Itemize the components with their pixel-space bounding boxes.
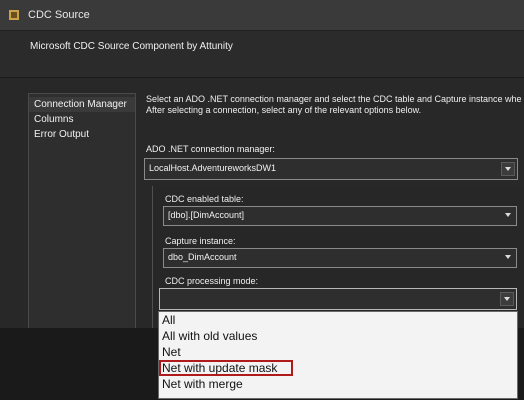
capture-instance-dropdown[interactable]: dbo_DimAccount (163, 248, 517, 268)
processing-mode-dropdown-button[interactable] (500, 292, 514, 306)
app-icon (9, 10, 19, 20)
option-net-with-update-mask[interactable]: Net with update mask (159, 360, 293, 376)
dialog-body: Connection Manager Columns Error Output … (0, 78, 524, 333)
window-title: CDC Source (28, 9, 90, 21)
chevron-down-icon (505, 213, 511, 217)
connection-manager-value: LocalHost.AdventureworksDW1 (149, 163, 277, 173)
option-all-with-old-values[interactable]: All with old values (159, 328, 517, 344)
chevron-down-icon (504, 297, 510, 301)
cdc-table-value: [dbo].[DimAccount] (168, 210, 245, 220)
chevron-down-icon (505, 255, 511, 259)
option-all[interactable]: All (159, 312, 517, 328)
capture-instance-value: dbo_DimAccount (168, 252, 237, 262)
instructions: Select an ADO .NET connection manager an… (146, 94, 524, 116)
cdc-table-dropdown-button[interactable] (502, 209, 514, 221)
option-net-with-merge[interactable]: Net with merge (159, 376, 517, 392)
title-bar: CDC Source (0, 0, 524, 31)
option-net[interactable]: Net (159, 344, 517, 360)
chevron-down-icon (505, 167, 511, 171)
nav-list: Connection Manager Columns Error Output (28, 93, 136, 333)
cdc-source-dialog: CDC Source Microsoft CDC Source Componen… (0, 0, 524, 400)
connection-manager-label: ADO .NET connection manager: (146, 144, 275, 154)
connection-manager-dropdown[interactable]: LocalHost.AdventureworksDW1 (144, 158, 518, 180)
component-header: Microsoft CDC Source Component by Attuni… (0, 31, 524, 78)
processing-mode-options: All All with old values Net Net with upd… (158, 311, 518, 399)
nav-item-error-output[interactable]: Error Output (29, 127, 135, 142)
cdc-options-group: CDC enabled table: [dbo].[DimAccount] Ca… (152, 186, 524, 328)
connection-dropdown-button[interactable] (501, 162, 515, 176)
settings-panel: Select an ADO .NET connection manager an… (138, 78, 524, 328)
cdc-table-label: CDC enabled table: (165, 194, 244, 204)
component-title: Microsoft CDC Source Component by Attuni… (30, 41, 233, 52)
capture-dropdown-button[interactable] (502, 251, 514, 263)
processing-mode-label: CDC processing mode: (165, 276, 259, 286)
nav-item-columns[interactable]: Columns (29, 112, 135, 127)
capture-instance-label: Capture instance: (165, 236, 236, 246)
instructions-line-1: Select an ADO .NET connection manager an… (146, 94, 522, 104)
cdc-table-dropdown[interactable]: [dbo].[DimAccount] (163, 206, 517, 226)
instructions-line-2: After selecting a connection, select any… (146, 105, 422, 115)
processing-mode-dropdown[interactable] (159, 288, 517, 310)
nav-item-connection-manager[interactable]: Connection Manager (29, 97, 135, 112)
